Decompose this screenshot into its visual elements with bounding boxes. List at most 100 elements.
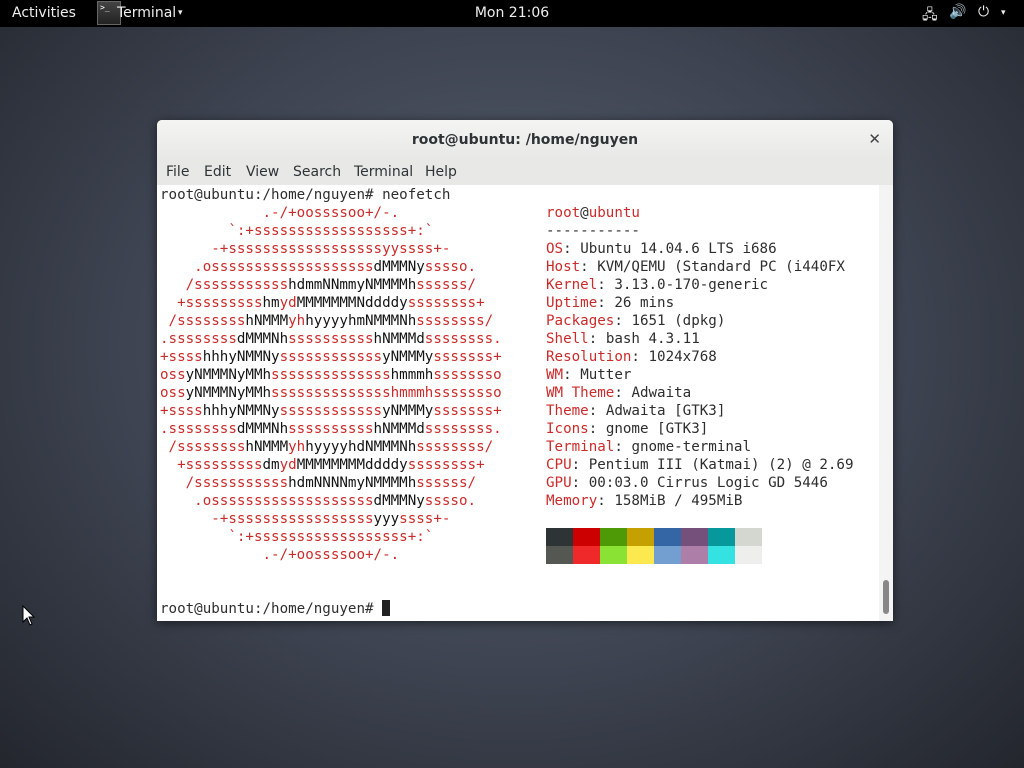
info-key: CPU <box>546 457 572 473</box>
logo-segment: ssssss/ <box>416 277 477 293</box>
color-swatch <box>573 546 600 564</box>
color-swatch <box>708 546 735 564</box>
logo-segment: ssssss/ <box>416 475 477 491</box>
logo-segment: hm <box>262 295 280 311</box>
logo-segment: /sssssssssss <box>160 475 289 491</box>
logo-segment: hdmmNNmmyNMMMMh <box>288 277 417 293</box>
logo-line: +ssssssssshmydMMMMMMMNddddyssssssss+ <box>160 294 485 312</box>
menu-search[interactable]: Search <box>293 164 341 180</box>
info-line: Uptime: 26 mins <box>546 294 674 312</box>
menu-view[interactable]: View <box>246 164 279 180</box>
logo-line: /ssssssssssshdmmNNmmyNMMMMhssssss/ <box>160 276 476 294</box>
info-colon: : <box>597 277 615 293</box>
logo-line: .ssssssssdMMMNhsssssssssshNMMMdssssssss. <box>160 420 502 438</box>
command-line: root@ubuntu:/home/nguyen# neofetch <box>160 187 451 203</box>
logo-segment: sssssssssssssshmmmhssssssso <box>271 385 502 401</box>
app-menu-button[interactable]: Terminal <box>117 5 176 21</box>
logo-segment: hNMMM <box>245 439 289 455</box>
scrollbar-thumb[interactable] <box>883 580 889 614</box>
volume-icon[interactable]: 🔊 <box>949 4 966 20</box>
info-key: Host <box>546 259 581 275</box>
menu-edit[interactable]: Edit <box>204 164 231 180</box>
info-line: Terminal: gnome-terminal <box>546 438 751 456</box>
info-line: WM: Mutter <box>546 366 631 384</box>
logo-segment: .osssssssssssssssssss <box>160 259 374 275</box>
info-value: Mutter <box>580 367 632 383</box>
clock[interactable]: Mon 21:06 <box>475 5 549 21</box>
username: root <box>546 205 581 221</box>
top-bar: Activities >_ Terminal ▾ Mon 21:06 🖧 🔊 ⏻… <box>0 0 1024 27</box>
logo-line: .osssssssssssssssssssdMMMNysssso. <box>160 258 476 276</box>
info-value: Adwaita [GTK3] <box>605 403 726 419</box>
menu-file[interactable]: File <box>166 164 189 180</box>
menu-bar: File Edit View Search Terminal Help <box>157 160 893 185</box>
logo-line: .osssssssssssssssssssdMMMNysssso. <box>160 492 476 510</box>
logo-segment: -+ssssssssssssssssssyyssss+- <box>160 241 451 257</box>
logo-line: ossyNMMMNyMMhsssssssssssssshmmmhssssssso <box>160 384 502 402</box>
logo-segment: ssssssss+ <box>407 457 485 473</box>
color-swatch <box>735 528 762 546</box>
info-colon: : <box>571 475 589 491</box>
app-menu-chevron-down-icon[interactable]: ▾ <box>178 8 183 18</box>
info-value: Ubuntu 14.04.6 LTS i686 <box>580 241 777 257</box>
mouse-pointer-icon <box>22 605 36 626</box>
hostname: ubuntu <box>588 205 640 221</box>
separator: ----------- <box>546 223 640 239</box>
logo-segment: MMMMMMMMddddy <box>296 457 408 473</box>
system-menu-chevron-down-icon[interactable]: ▾ <box>1001 8 1006 18</box>
logo-line: .-/+oossssoo+/-. <box>160 546 399 564</box>
logo-segment: ssssssss/ <box>416 439 494 455</box>
window-titlebar[interactable]: root@ubuntu: /home/nguyen ✕ <box>157 120 893 160</box>
color-swatch <box>546 546 573 564</box>
info-line: Resolution: 1024x768 <box>546 348 717 366</box>
info-key: OS <box>546 241 564 257</box>
logo-segment: sssssss+ <box>433 403 502 419</box>
scrollbar[interactable] <box>879 185 893 621</box>
logo-segment: ssssssss/ <box>416 313 494 329</box>
info-value: 1024x768 <box>648 349 717 365</box>
menu-terminal[interactable]: Terminal <box>354 164 413 180</box>
info-key: Icons <box>546 421 589 437</box>
prompt: root@ubuntu:/home/nguyen# <box>160 601 383 617</box>
logo-line: +sssshhhyNMMNyssssssssssssyNMMMysssssss+ <box>160 402 502 420</box>
logo-segment: /ssssssss <box>160 313 246 329</box>
logo-segment: dMMMNy <box>373 493 425 509</box>
menu-help[interactable]: Help <box>425 164 457 180</box>
info-key: Terminal <box>546 439 615 455</box>
info-line: GPU: 00:03.0 Cirrus Logic GD 5446 <box>546 474 828 492</box>
info-value: 1651 (dpkg) <box>631 313 726 329</box>
info-colon: : <box>614 385 632 401</box>
power-icon[interactable]: ⏻ <box>978 4 989 20</box>
activities-button[interactable]: Activities <box>12 5 76 21</box>
info-line: Theme: Adwaita [GTK3] <box>546 402 725 420</box>
user-host: root@ubuntu <box>546 204 640 222</box>
color-swatch <box>735 546 762 564</box>
info-colon: : <box>588 331 606 347</box>
logo-segment: hmmmh <box>390 367 434 383</box>
logo-segment: hhhyNMMNy <box>202 349 280 365</box>
logo-segment: .-/+oossssoo+/-. <box>160 547 400 563</box>
network-icon[interactable]: 🖧 <box>922 4 938 28</box>
logo-segment: ssssssss. <box>424 331 502 347</box>
info-colon: : <box>588 421 606 437</box>
logo-segment: ssssssso <box>433 367 502 383</box>
info-key: Kernel <box>546 277 598 293</box>
info-line: Host: KVM/QEMU (Standard PC (i440FX <box>546 258 845 276</box>
close-icon[interactable]: ✕ <box>868 130 881 148</box>
logo-segment: yNMMMNyMMh <box>185 367 272 383</box>
terminal-output[interactable]: root@ubuntu:/home/nguyen# neofetch .-/+o… <box>157 185 879 621</box>
logo-segment: hyyyyhmNMMMNh <box>305 313 417 329</box>
logo-segment: yNMMMNyMMh <box>185 385 272 401</box>
info-key: Memory <box>546 493 598 509</box>
logo-segment: -+sssssssssssssssss <box>160 511 374 527</box>
logo-segment: +sssssssss <box>160 295 263 311</box>
info-value: bash 4.3.11 <box>605 331 700 347</box>
logo-segment: ssssssss. <box>424 421 502 437</box>
logo-segment: dm <box>262 457 280 473</box>
logo-line: .ssssssssdMMMNhsssssssssshNMMMdssssssss. <box>160 330 502 348</box>
logo-line: +sssssssssdmydMMMMMMMMddddyssssssss+ <box>160 456 485 474</box>
terminal-window: root@ubuntu: /home/nguyen ✕ File Edit Vi… <box>157 120 893 621</box>
logo-segment: yh <box>288 439 306 455</box>
info-value: 158MiB / 495MiB <box>614 493 743 509</box>
info-value: Pentium III (Katmai) (2) @ 2.69 <box>588 457 854 473</box>
